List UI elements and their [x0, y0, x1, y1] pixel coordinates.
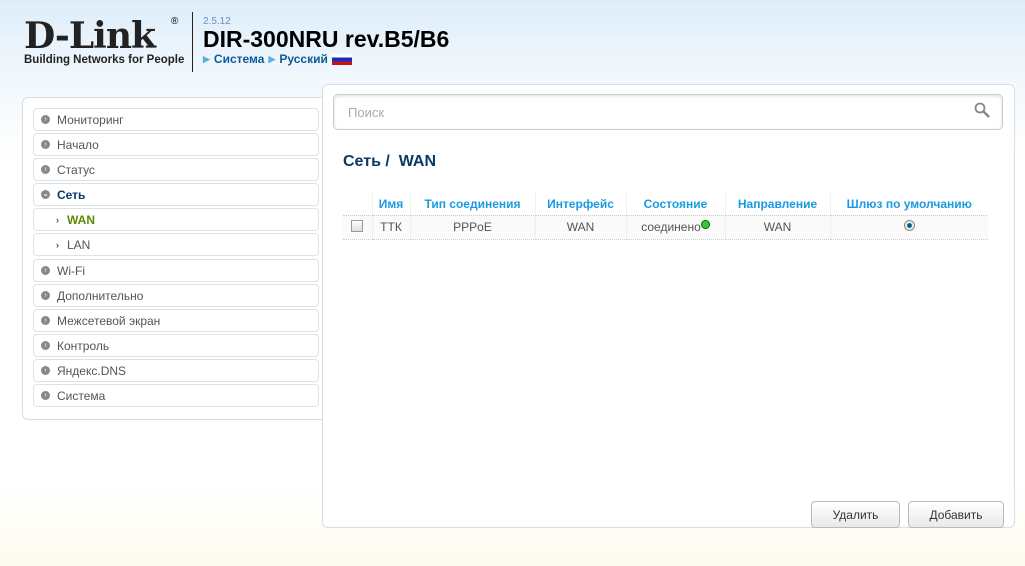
select-column	[343, 193, 372, 216]
model-name: DIR-300NRU rev.B5/B6	[203, 26, 450, 52]
logo-text: D-Link	[24, 15, 156, 57]
sidebar-item-label: Дополнительно	[57, 288, 144, 303]
sidebar-item-label: Статус	[57, 162, 95, 177]
arrow-icon: ›	[56, 214, 59, 225]
arrow-icon: ›	[56, 239, 59, 250]
sidebar-item-system[interactable]: › Система	[33, 384, 319, 407]
sidebar-item-wifi[interactable]: › Wi-Fi	[33, 259, 319, 282]
sidebar-item-start[interactable]: › Начало	[33, 133, 319, 156]
chevron-right-icon: ›	[41, 291, 50, 300]
main-panel: Поиск Сеть / WAN Имя Тип соединения Инте…	[322, 84, 1015, 528]
sidebar-item-network[interactable]: ⌄ Сеть	[33, 183, 319, 206]
cell-name: ТТК	[371, 215, 410, 240]
table-row[interactable]: ТТК PPPoE WAN соединено WAN	[343, 215, 988, 240]
sidebar-item-label: Начало	[57, 137, 99, 152]
sidebar-item-label: Wi-Fi	[57, 263, 85, 278]
row-checkbox[interactable]	[351, 219, 364, 232]
chevron-right-icon: ›	[41, 341, 50, 350]
cell-default-gateway	[829, 215, 988, 240]
status-connected-icon	[700, 220, 710, 229]
add-button[interactable]: Добавить	[908, 501, 1004, 528]
sidebar-item-status[interactable]: › Статус	[33, 158, 319, 181]
delete-button[interactable]: Удалить	[811, 501, 900, 528]
sidebar-item-wan[interactable]: › WAN	[33, 208, 319, 231]
sidebar: › Мониторинг › Начало › Статус ⌄ Сеть › WAN ›…	[22, 97, 330, 420]
sidebar-item-label: Яндекс.DNS	[57, 363, 127, 378]
sidebar-item-yandex-dns[interactable]: › Яндекс.DNS	[33, 359, 319, 382]
russian-flag-icon[interactable]	[331, 53, 352, 65]
default-gateway-radio[interactable]	[903, 220, 915, 231]
breadcrumb: ▶ Система ▶ Русский	[203, 52, 352, 66]
cell-interface: WAN	[534, 215, 626, 240]
cell-status: соединено	[625, 215, 725, 240]
sidebar-item-lan[interactable]: › LAN	[33, 233, 319, 256]
column-header[interactable]: Интерфейс	[534, 193, 626, 216]
triangle-icon: ▶	[203, 53, 210, 64]
logo-tagline: Building Networks for People	[24, 54, 185, 66]
search-placeholder: Поиск	[348, 104, 385, 120]
column-header[interactable]: Состояние	[625, 193, 725, 216]
column-header[interactable]: Шлюз по умолчанию	[829, 193, 988, 216]
table-header: Имя Тип соединения Интерфейс Состояние Н…	[343, 193, 988, 216]
language-link[interactable]: Русский	[279, 52, 328, 66]
sidebar-item-monitoring[interactable]: › Мониторинг	[33, 108, 319, 131]
sidebar-item-label: Система	[57, 388, 106, 403]
header-divider	[192, 12, 193, 72]
chevron-right-icon: ›	[41, 115, 50, 124]
sidebar-item-label: LAN	[67, 237, 91, 252]
page-title: Сеть / WAN	[343, 153, 437, 170]
chevron-right-icon: ›	[41, 266, 50, 275]
sidebar-item-label: WAN	[67, 212, 95, 227]
chevron-right-icon: ›	[41, 140, 50, 149]
sidebar-item-firewall[interactable]: › Межсетевой экран	[33, 309, 319, 332]
cell-type: PPPoE	[409, 215, 535, 240]
wan-table: Имя Тип соединения Интерфейс Состояние Н…	[343, 193, 988, 240]
search-icon[interactable]	[974, 102, 990, 118]
chevron-right-icon: ›	[41, 165, 50, 174]
chevron-right-icon: ›	[41, 316, 50, 325]
sidebar-item-control[interactable]: › Контроль	[33, 334, 319, 357]
chevron-right-icon: ›	[41, 391, 50, 400]
column-header[interactable]: Направление	[724, 193, 830, 216]
sidebar-item-label: Контроль	[57, 338, 110, 353]
sidebar-item-label: Межсетевой экран	[57, 313, 161, 328]
system-link[interactable]: Система	[214, 52, 265, 66]
cell-direction: WAN	[724, 215, 830, 240]
column-header[interactable]: Тип соединения	[409, 193, 535, 216]
column-header[interactable]: Имя	[371, 193, 410, 216]
sidebar-item-advanced[interactable]: › Дополнительно	[33, 284, 319, 307]
search-input[interactable]: Поиск	[333, 94, 1003, 130]
registered-icon: ®	[171, 16, 179, 27]
triangle-icon: ▶	[268, 53, 276, 64]
sidebar-item-label: Мониторинг	[57, 112, 124, 127]
sidebar-item-label: Сеть	[57, 187, 86, 202]
status-text: соединено	[641, 220, 701, 234]
chevron-right-icon: ›	[41, 366, 50, 375]
dlink-logo: D-Link ® Building Networks for People	[24, 15, 185, 66]
chevron-down-icon: ⌄	[41, 190, 50, 199]
